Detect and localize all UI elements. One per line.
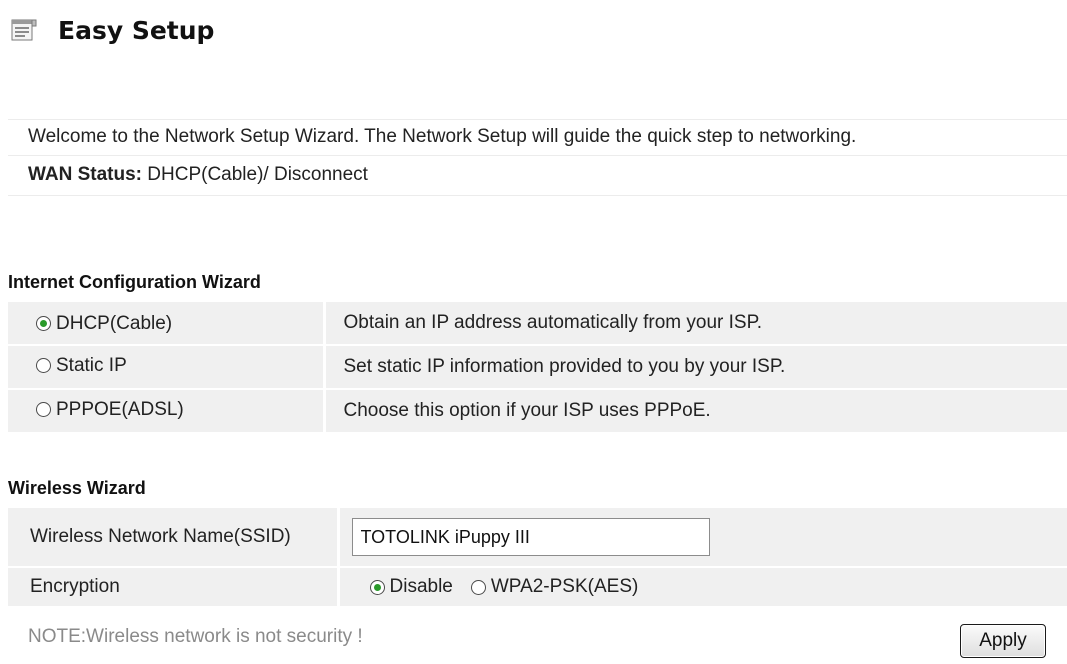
- wireless-security-note: NOTE:Wireless network is not security !: [28, 626, 363, 647]
- page-title: Easy Setup: [58, 15, 215, 45]
- pppoe-label: PPPOE(ADSL): [56, 398, 184, 420]
- ssid-row: Wireless Network Name(SSID): [8, 506, 1067, 568]
- wizard-list-icon: [8, 14, 40, 46]
- apply-button[interactable]: Apply: [960, 624, 1046, 658]
- encryption-row: Encryption Disable WPA2-PSK(AES): [8, 566, 1067, 608]
- internet-option-row: DHCP(Cable) Obtain an IP address automat…: [8, 300, 1067, 346]
- welcome-message: Welcome to the Network Setup Wizard. The…: [8, 119, 1067, 155]
- disable-radio-option[interactable]: Disable: [369, 576, 453, 598]
- static-ip-label: Static IP: [56, 354, 127, 376]
- wireless-wizard-title: Wireless Wizard: [8, 478, 146, 498]
- welcome-panel: Welcome to the Network Setup Wizard. The…: [8, 119, 1067, 196]
- encryption-label: Encryption: [8, 566, 338, 608]
- encryption-options: Disable WPA2-PSK(AES): [352, 576, 1067, 598]
- radio-selected-icon[interactable]: [36, 316, 51, 332]
- dhcp-radio-option[interactable]: DHCP(Cable): [36, 313, 172, 335]
- internet-option-row: PPPOE(ADSL) Choose this option if your I…: [8, 388, 1067, 434]
- radio-selected-icon[interactable]: [369, 579, 385, 595]
- radio-unselected-icon[interactable]: [36, 402, 51, 418]
- static-ip-description: Set static IP information provided to yo…: [322, 344, 1067, 390]
- wan-status-row: WAN Status: DHCP(Cable)/ Disconnect: [8, 155, 1067, 196]
- static-ip-radio-option[interactable]: Static IP: [36, 355, 127, 377]
- internet-option-row: Static IP Set static IP information prov…: [8, 344, 1067, 390]
- wireless-wizard-table: Wireless Network Name(SSID) Encryption D…: [8, 506, 1067, 608]
- internet-wizard-title: Internet Configuration Wizard: [8, 272, 261, 292]
- dhcp-label: DHCP(Cable): [56, 312, 173, 334]
- wan-status-value: DHCP(Cable)/ Disconnect: [142, 164, 368, 185]
- page-header: Easy Setup: [8, 12, 214, 48]
- internet-wizard-table: DHCP(Cable) Obtain an IP address automat…: [8, 300, 1067, 434]
- wan-status-label: WAN Status:: [28, 164, 142, 185]
- radio-unselected-icon[interactable]: [470, 579, 486, 595]
- wpa2-label: WPA2-PSK(AES): [490, 576, 639, 597]
- radio-unselected-icon[interactable]: [36, 358, 51, 374]
- pppoe-description: Choose this option if your ISP uses PPPo…: [322, 388, 1067, 434]
- ssid-input[interactable]: [351, 518, 710, 556]
- pppoe-radio-option[interactable]: PPPOE(ADSL): [36, 399, 184, 421]
- wpa2-radio-option[interactable]: WPA2-PSK(AES): [470, 576, 639, 598]
- disable-label: Disable: [389, 576, 453, 597]
- dhcp-description: Obtain an IP address automatically from …: [322, 300, 1067, 346]
- ssid-label: Wireless Network Name(SSID): [8, 506, 338, 568]
